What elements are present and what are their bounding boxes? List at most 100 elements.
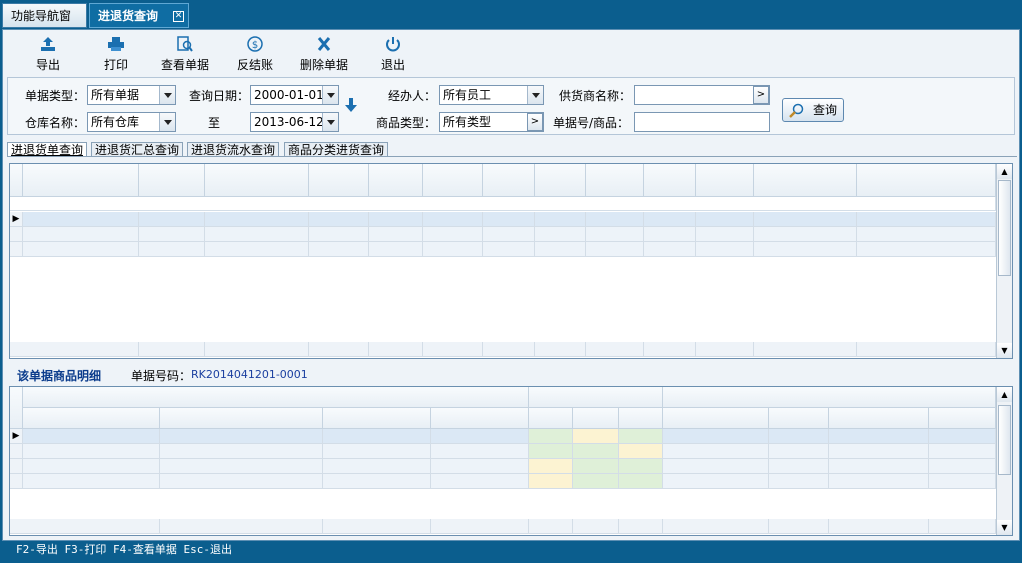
table-cell bbox=[423, 212, 483, 227]
table-cell bbox=[586, 212, 644, 227]
goods-type-browse-button[interactable]: > bbox=[527, 113, 543, 131]
scroll-down-icon[interactable]: ▼ bbox=[997, 343, 1012, 358]
table-cell bbox=[535, 212, 586, 227]
view-doc-icon bbox=[177, 36, 193, 52]
subtab-category[interactable]: 商品分类进货查询 bbox=[284, 142, 389, 157]
handler-label: 经办人： bbox=[388, 89, 437, 103]
table-cell bbox=[309, 227, 369, 242]
doc-type-select[interactable]: 所有单据 bbox=[87, 85, 176, 105]
scroll-up-icon[interactable]: ▲ bbox=[997, 387, 1012, 402]
footer-cell bbox=[663, 519, 769, 534]
handler-select[interactable]: 所有员工 bbox=[439, 85, 544, 105]
tab-query[interactable]: 进退货查询 ✕ bbox=[89, 3, 189, 28]
table-cell bbox=[696, 242, 754, 257]
footer-cell bbox=[754, 342, 857, 357]
footer-cell bbox=[160, 519, 323, 534]
row-pointer-icon bbox=[10, 242, 23, 257]
documents-scrollbar[interactable]: ▲ ▼ bbox=[996, 164, 1012, 358]
table-cell bbox=[139, 227, 205, 242]
table-cell bbox=[369, 212, 423, 227]
table-cell bbox=[323, 459, 431, 474]
delete-doc-button[interactable]: 删除单据 bbox=[297, 36, 351, 73]
chevron-down-icon[interactable] bbox=[527, 86, 543, 104]
column-header bbox=[483, 164, 535, 197]
goods-type-value: 所有类型 bbox=[443, 115, 492, 129]
footer-cell bbox=[929, 519, 996, 534]
date-label: 查询日期： bbox=[189, 89, 250, 103]
subtab-summary[interactable]: 进退货汇总查询 bbox=[91, 142, 184, 157]
table-cell bbox=[369, 242, 423, 257]
table-cell bbox=[483, 242, 535, 257]
view-doc-button[interactable]: 查看单据 bbox=[158, 36, 212, 73]
footer-cell bbox=[769, 519, 829, 534]
footer-cell bbox=[696, 342, 754, 357]
warehouse-value: 所有仓库 bbox=[91, 115, 140, 129]
reverse-checkout-button[interactable]: $ 反结账 bbox=[235, 36, 275, 73]
chevron-down-icon[interactable] bbox=[322, 86, 338, 104]
group-header bbox=[529, 387, 663, 408]
table-cell bbox=[205, 227, 309, 242]
column-header bbox=[769, 408, 829, 429]
table-cell bbox=[23, 459, 160, 474]
date-from-picker[interactable]: 2000-01-01 bbox=[250, 85, 339, 105]
supplier-input[interactable] bbox=[634, 85, 770, 105]
table-cell bbox=[323, 474, 431, 489]
goods-type-select[interactable]: 所有类型 > bbox=[439, 112, 544, 132]
power-icon bbox=[386, 37, 400, 52]
group-header bbox=[23, 387, 529, 408]
handler-value: 所有员工 bbox=[443, 88, 492, 102]
column-header bbox=[696, 164, 754, 197]
subtab-flow[interactable]: 进退货流水查询 bbox=[187, 142, 280, 157]
query-button[interactable]: 查询 bbox=[782, 98, 844, 122]
export-button[interactable]: 导出 bbox=[33, 36, 63, 73]
footer-cell bbox=[369, 342, 423, 357]
documents-grid: ▲ ▼ ▶ bbox=[9, 163, 1013, 359]
table-cell bbox=[323, 429, 431, 444]
footer-cell bbox=[529, 519, 573, 534]
table-cell bbox=[309, 212, 369, 227]
footer-cell bbox=[829, 519, 929, 534]
coin-icon: $ bbox=[247, 36, 263, 52]
date-to-picker[interactable]: 2013-06-12 bbox=[250, 112, 339, 132]
table-cell bbox=[754, 242, 857, 257]
column-header bbox=[529, 408, 573, 429]
subtab-flow-label: 进退货流水查询 bbox=[191, 143, 276, 157]
column-header bbox=[644, 164, 696, 197]
table-cell bbox=[696, 227, 754, 242]
warehouse-select[interactable]: 所有仓库 bbox=[87, 112, 176, 132]
scroll-down-icon[interactable]: ▼ bbox=[997, 520, 1012, 535]
scroll-up-icon[interactable]: ▲ bbox=[997, 164, 1012, 179]
table-cell bbox=[857, 212, 996, 227]
table-cell bbox=[573, 459, 619, 474]
footer-cell bbox=[205, 342, 309, 357]
subtab-doc-query[interactable]: 进退货单查询 bbox=[7, 142, 88, 157]
doc-goods-input[interactable] bbox=[634, 112, 770, 132]
table-cell bbox=[644, 212, 696, 227]
scroll-thumb[interactable] bbox=[998, 405, 1011, 475]
table-cell bbox=[586, 227, 644, 242]
supplier-browse-button[interactable]: > bbox=[753, 86, 769, 104]
exit-button[interactable]: 退出 bbox=[378, 36, 408, 73]
table-cell bbox=[23, 227, 139, 242]
table-cell bbox=[423, 242, 483, 257]
scroll-thumb[interactable] bbox=[998, 180, 1011, 276]
exit-label: 退出 bbox=[380, 58, 405, 72]
tab-navigation[interactable]: 功能导航窗口 bbox=[2, 3, 87, 47]
chevron-down-icon[interactable] bbox=[322, 113, 338, 131]
row-header-corner bbox=[10, 387, 23, 429]
table-cell bbox=[529, 444, 573, 459]
print-button[interactable]: 打印 bbox=[101, 36, 131, 73]
chevron-down-icon[interactable] bbox=[159, 86, 175, 104]
column-header bbox=[586, 164, 644, 197]
svg-text:$: $ bbox=[252, 40, 258, 51]
table-cell bbox=[139, 242, 205, 257]
doc-type-value: 所有单据 bbox=[91, 88, 140, 102]
subtab-doc-query-label: 进退货单查询 bbox=[11, 143, 84, 157]
table-cell bbox=[857, 242, 996, 257]
close-icon[interactable]: ✕ bbox=[173, 11, 184, 22]
chevron-down-icon[interactable] bbox=[159, 113, 175, 131]
table-cell bbox=[23, 242, 139, 257]
table-cell bbox=[829, 444, 929, 459]
detail-scrollbar[interactable]: ▲ ▼ bbox=[996, 387, 1012, 535]
footer-cell bbox=[323, 519, 431, 534]
